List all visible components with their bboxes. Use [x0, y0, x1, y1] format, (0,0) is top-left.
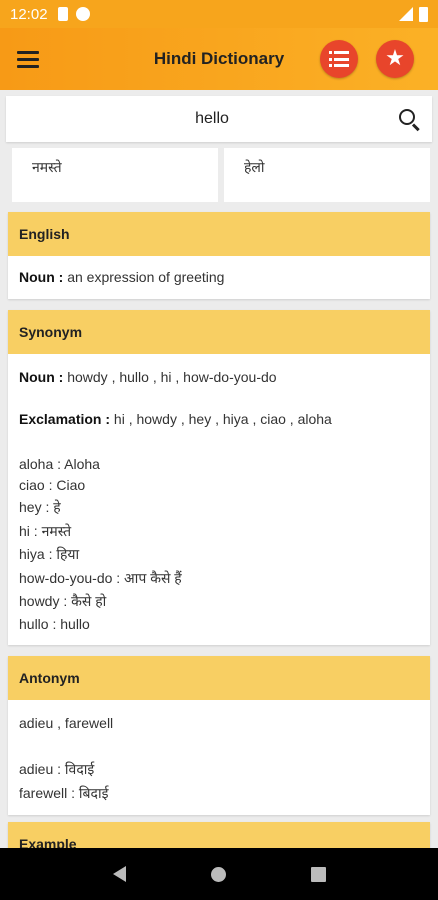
- definition-text: an expression of greeting: [63, 269, 225, 285]
- synonym-map-item: aloha : Aloha: [19, 456, 100, 472]
- antonym-card: Antonym adieu , farewell adieu : विदाई f…: [8, 656, 430, 815]
- translation-transliteration[interactable]: हेलो: [224, 148, 430, 202]
- home-icon[interactable]: [210, 866, 226, 882]
- synonym-card: Synonym Noun : howdy , hullo , hi , how-…: [8, 310, 430, 645]
- synonym-exclamation-line: Exclamation : hi , howdy , hey , hiya , …: [19, 411, 332, 427]
- synonym-map-item: hullo : hullo: [19, 615, 90, 632]
- hamburger-icon: [17, 50, 39, 54]
- translation-hindi[interactable]: नमस्ते: [12, 148, 218, 202]
- definition-line: Noun : an expression of greeting: [19, 268, 419, 286]
- menu-button[interactable]: [0, 28, 56, 90]
- status-bar: 12:02: [0, 0, 438, 28]
- signal-icon: [399, 7, 413, 21]
- back-icon[interactable]: [112, 866, 126, 882]
- synonym-map-item: howdy : कैसे हो: [19, 593, 107, 609]
- app-title: Hindi Dictionary: [153, 49, 285, 68]
- battery-icon: [419, 6, 428, 22]
- synonym-map-item: hi : नमस्ते: [19, 522, 72, 539]
- english-header: English: [8, 212, 430, 256]
- search-box[interactable]: hello: [6, 96, 432, 142]
- synonym-map-item: ciao : Ciao: [19, 477, 86, 493]
- synonym-map-item: hey : हे: [19, 499, 61, 515]
- pos-label: Noun :: [19, 269, 64, 285]
- translation-row: नमस्ते हेलो: [12, 148, 430, 202]
- history-list-button[interactable]: [320, 40, 358, 78]
- notification-icon: [75, 7, 90, 21]
- antonym-header: Antonym: [8, 656, 430, 700]
- star-icon: ★: [385, 46, 405, 71]
- antonym-map-item: farewell : बिदाई: [19, 784, 109, 801]
- recents-icon[interactable]: [310, 866, 326, 882]
- synonym-header: Synonym: [8, 310, 430, 354]
- antonym-list: adieu , farewell: [19, 715, 114, 731]
- synonym-noun-line: Noun : howdy , hullo , hi , how-do-you-d…: [19, 369, 277, 385]
- status-time: 12:02: [10, 5, 48, 23]
- search-input[interactable]: hello: [6, 110, 388, 128]
- synonym-map-item: how-do-you-do : आप कैसे हैं: [19, 569, 182, 586]
- app-bar: Hindi Dictionary ★: [0, 28, 438, 90]
- antonym-map-item: adieu : विदाई: [19, 761, 95, 777]
- sim-card-icon: [57, 7, 68, 21]
- system-nav-bar: [0, 848, 438, 900]
- english-card: English Noun : an expression of greeting: [8, 212, 430, 299]
- favorites-button[interactable]: ★: [376, 40, 414, 78]
- search-icon[interactable]: [388, 96, 432, 142]
- list-icon: [329, 51, 349, 67]
- synonym-map-item: hiya : हिया: [19, 546, 80, 562]
